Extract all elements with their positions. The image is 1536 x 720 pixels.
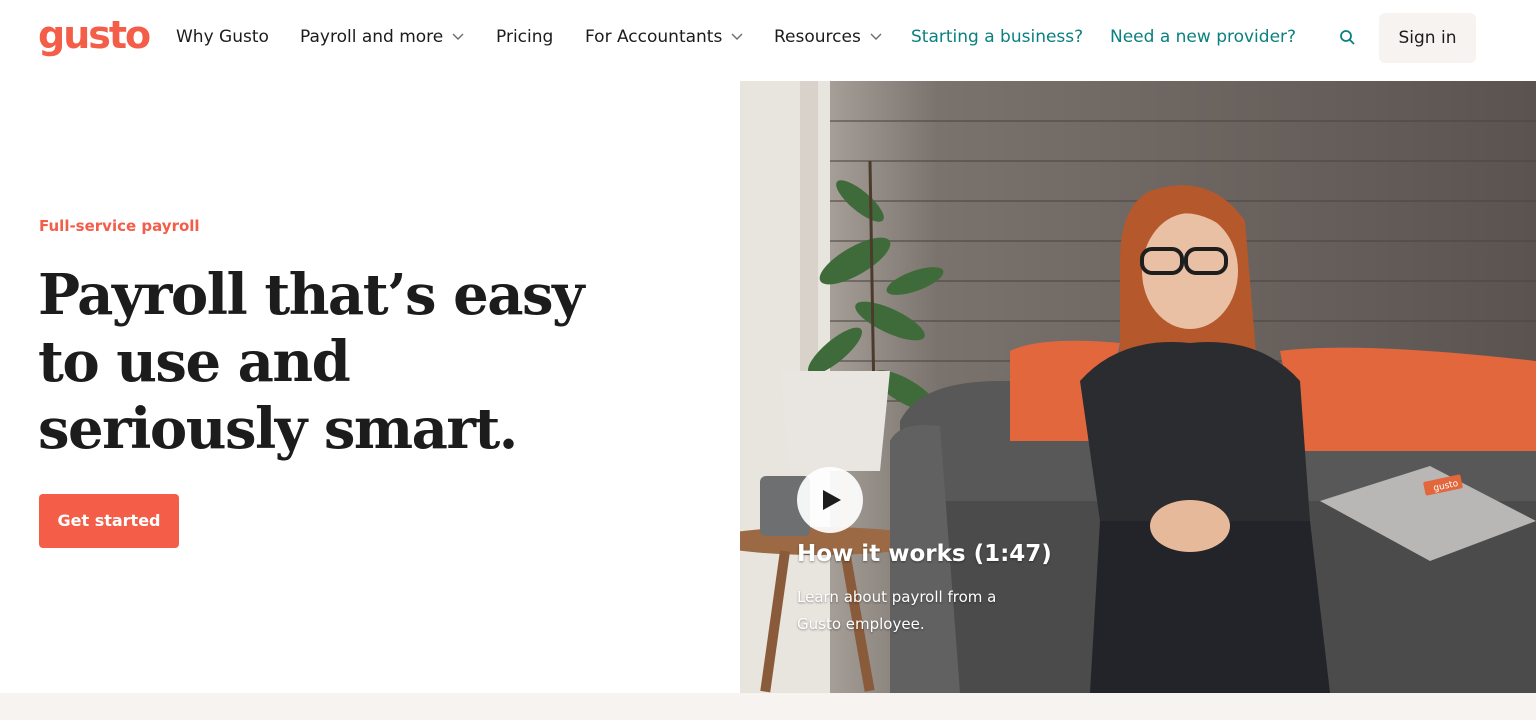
nav-for-accountants[interactable]: For Accountants (585, 24, 744, 50)
nav-payroll-and-more[interactable]: Payroll and more (300, 24, 465, 50)
nav-payroll-and-more-label: Payroll and more (300, 27, 444, 47)
video-description: Learn about payroll from a Gusto employe… (797, 588, 997, 633)
nav-starting-a-business-label: Starting a business? (911, 27, 1084, 47)
next-section-band (0, 693, 1536, 720)
nav-need-a-new-provider-label: Need a new provider? (1110, 27, 1297, 47)
sign-in-button[interactable]: Sign in (1379, 13, 1476, 63)
nav-for-accountants-label: For Accountants (585, 27, 723, 47)
play-button[interactable] (797, 467, 863, 533)
get-started-button[interactable]: Get started (39, 494, 179, 548)
chevron-down-icon (731, 33, 743, 40)
nav-pricing-label: Pricing (496, 27, 554, 47)
play-icon (823, 490, 841, 510)
search-icon[interactable] (1336, 26, 1358, 48)
hero-eyebrow: Full-service payroll (39, 217, 200, 235)
top-navigation: gusto Why Gusto Payroll and more Pricing… (0, 0, 1536, 76)
how-it-works-video[interactable]: gusto How it works (1:47) Learn about pa… (740, 81, 1536, 693)
nav-resources[interactable]: Resources (774, 24, 883, 50)
nav-resources-label: Resources (774, 27, 861, 47)
video-title: How it works (1:47) (797, 541, 1052, 567)
nav-why-gusto[interactable]: Why Gusto (176, 24, 269, 50)
nav-pricing[interactable]: Pricing (496, 24, 553, 50)
nav-starting-a-business[interactable]: Starting a business? (911, 24, 1083, 50)
chevron-down-icon (452, 33, 464, 40)
nav-need-a-new-provider[interactable]: Need a new provider? (1110, 24, 1296, 50)
hero-headline: Payroll that’s easy to use and seriously… (38, 262, 585, 462)
gusto-logo[interactable]: gusto (38, 13, 151, 57)
chevron-down-icon (870, 33, 882, 40)
nav-why-gusto-label: Why Gusto (176, 27, 269, 47)
